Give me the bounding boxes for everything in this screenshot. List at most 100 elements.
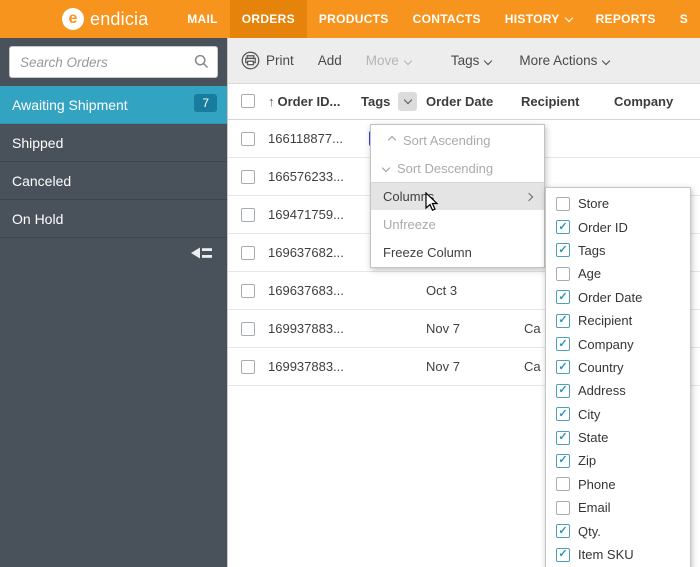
chevron-down-icon xyxy=(484,56,493,65)
sidebar-item-canceled[interactable]: Canceled xyxy=(0,162,227,200)
column-toggle-item[interactable]: Email xyxy=(546,496,690,519)
header-label: Order ID... xyxy=(277,94,341,109)
column-toggle-item[interactable]: Recipient xyxy=(546,309,690,332)
nav-history[interactable]: HISTORY xyxy=(493,0,584,38)
chevron-down-icon xyxy=(564,13,573,23)
sidebar-item-on-hold[interactable]: On Hold xyxy=(0,200,227,238)
order-id-cell: 169937883... xyxy=(268,321,344,336)
search-icon[interactable] xyxy=(194,54,209,74)
chevron-down-icon xyxy=(403,56,413,65)
column-toggle-item[interactable]: Tags xyxy=(546,239,690,262)
column-label: Zip xyxy=(578,453,597,469)
menu-item-unfreeze[interactable]: Unfreeze xyxy=(371,210,544,238)
checked-checkbox[interactable] xyxy=(556,407,570,422)
nav-settings-clipped[interactable]: S xyxy=(668,0,700,38)
checked-checkbox[interactable] xyxy=(556,547,570,562)
order-date-cell: Nov 7 xyxy=(426,321,460,336)
header-tags[interactable]: Tags xyxy=(361,94,390,109)
nav-label: S xyxy=(679,12,688,26)
checked-checkbox[interactable] xyxy=(556,383,570,398)
nav-label: HISTORY xyxy=(504,12,560,26)
header-recipient[interactable]: Recipient xyxy=(521,94,580,109)
header-label: Recipient xyxy=(521,94,580,109)
column-toggle-item[interactable]: Order Date xyxy=(546,286,690,309)
tags-label: Tags xyxy=(450,53,480,68)
sidebar-item-label: On Hold xyxy=(12,210,64,227)
row-checkbox[interactable] xyxy=(241,284,255,298)
tags-button[interactable]: Tags xyxy=(450,53,493,68)
endicia-logo-icon: e xyxy=(62,8,84,30)
chevron-down-icon xyxy=(403,95,412,105)
column-toggle-item[interactable]: State xyxy=(546,426,690,449)
search-input[interactable] xyxy=(9,46,218,78)
sidebar-item-label: Canceled xyxy=(12,172,72,189)
top-bar: e endicia MAIL ORDERS PRODUCTS CONTACTS … xyxy=(0,0,700,38)
row-checkbox[interactable] xyxy=(241,208,255,222)
checked-checkbox[interactable] xyxy=(556,220,570,235)
order-id-cell: 166118877... xyxy=(268,131,343,146)
nav-contacts[interactable]: CONTACTS xyxy=(401,0,493,38)
column-toggle-item[interactable]: Address xyxy=(546,379,690,402)
column-toggle-item[interactable]: Order ID xyxy=(546,215,690,238)
select-all-checkbox[interactable] xyxy=(241,94,255,108)
column-toggle-item[interactable]: Item SKU xyxy=(546,543,690,566)
column-toggle-item[interactable]: Company xyxy=(546,332,690,355)
print-button[interactable]: Print xyxy=(241,51,294,70)
print-label: Print xyxy=(266,53,294,68)
chevron-right-icon xyxy=(524,192,534,201)
nav-mail[interactable]: MAIL xyxy=(175,0,230,38)
unchecked-checkbox[interactable] xyxy=(556,500,570,515)
column-label: Email xyxy=(578,500,611,516)
brand-name: endicia xyxy=(90,8,149,29)
header-order-id[interactable]: ↑ Order ID... xyxy=(268,94,340,109)
row-checkbox[interactable] xyxy=(241,170,255,184)
menu-item-sort-ascending[interactable]: Sort Ascending xyxy=(371,126,544,154)
order-id-cell: 169637683... xyxy=(268,283,344,298)
menu-label: Unfreeze xyxy=(383,216,436,232)
row-checkbox[interactable] xyxy=(241,322,255,336)
checked-checkbox[interactable] xyxy=(556,337,570,352)
nav-products[interactable]: PRODUCTS xyxy=(307,0,401,38)
column-toggle-item[interactable]: Store xyxy=(546,192,690,215)
unchecked-checkbox[interactable] xyxy=(556,266,570,281)
more-actions-button[interactable]: More Actions xyxy=(519,53,611,68)
column-toggle-item[interactable]: City xyxy=(546,403,690,426)
column-label: Item SKU xyxy=(578,547,634,563)
row-checkbox[interactable] xyxy=(241,360,255,374)
column-toggle-item[interactable]: Country xyxy=(546,356,690,379)
collapse-sidebar-icon[interactable] xyxy=(191,246,213,265)
order-id-cell: 169471759... xyxy=(268,207,344,222)
unchecked-checkbox[interactable] xyxy=(556,477,570,492)
nav-reports[interactable]: REPORTS xyxy=(584,0,668,38)
nav-orders[interactable]: ORDERS xyxy=(229,0,307,38)
checked-checkbox[interactable] xyxy=(556,290,570,305)
header-order-date[interactable]: Order Date xyxy=(426,94,493,109)
nav-label: ORDERS xyxy=(241,12,295,26)
column-toggle-item[interactable]: Qty. xyxy=(546,519,690,542)
menu-item-sort-descending[interactable]: Sort Descending xyxy=(371,154,544,182)
add-button[interactable]: Add xyxy=(318,53,342,68)
sidebar-item-shipped[interactable]: Shipped xyxy=(0,124,227,162)
menu-item-columns[interactable]: Columns xyxy=(371,182,544,210)
order-id-cell: 169937883... xyxy=(268,359,344,374)
checked-checkbox[interactable] xyxy=(556,360,570,375)
checked-checkbox[interactable] xyxy=(556,430,570,445)
checked-checkbox[interactable] xyxy=(556,453,570,468)
header-company[interactable]: Company xyxy=(614,94,673,109)
sidebar-item-awaiting-shipment[interactable]: Awaiting Shipment 7 xyxy=(0,86,227,124)
column-toggle-item[interactable]: Zip xyxy=(546,449,690,472)
menu-item-freeze-column[interactable]: Freeze Column xyxy=(371,238,544,266)
row-checkbox[interactable] xyxy=(241,132,255,146)
move-button[interactable]: Move xyxy=(366,53,413,68)
checked-checkbox[interactable] xyxy=(556,313,570,328)
chevron-down-icon xyxy=(602,56,611,65)
row-checkbox[interactable] xyxy=(241,246,255,260)
tags-column-menu-button[interactable] xyxy=(398,92,417,111)
column-label: Order ID xyxy=(578,219,628,235)
checked-checkbox[interactable] xyxy=(556,243,570,258)
column-toggle-item[interactable]: Age xyxy=(546,262,690,285)
unchecked-checkbox[interactable] xyxy=(556,196,570,211)
column-label: City xyxy=(578,406,601,422)
checked-checkbox[interactable] xyxy=(556,524,570,539)
column-toggle-item[interactable]: Phone xyxy=(546,473,690,496)
